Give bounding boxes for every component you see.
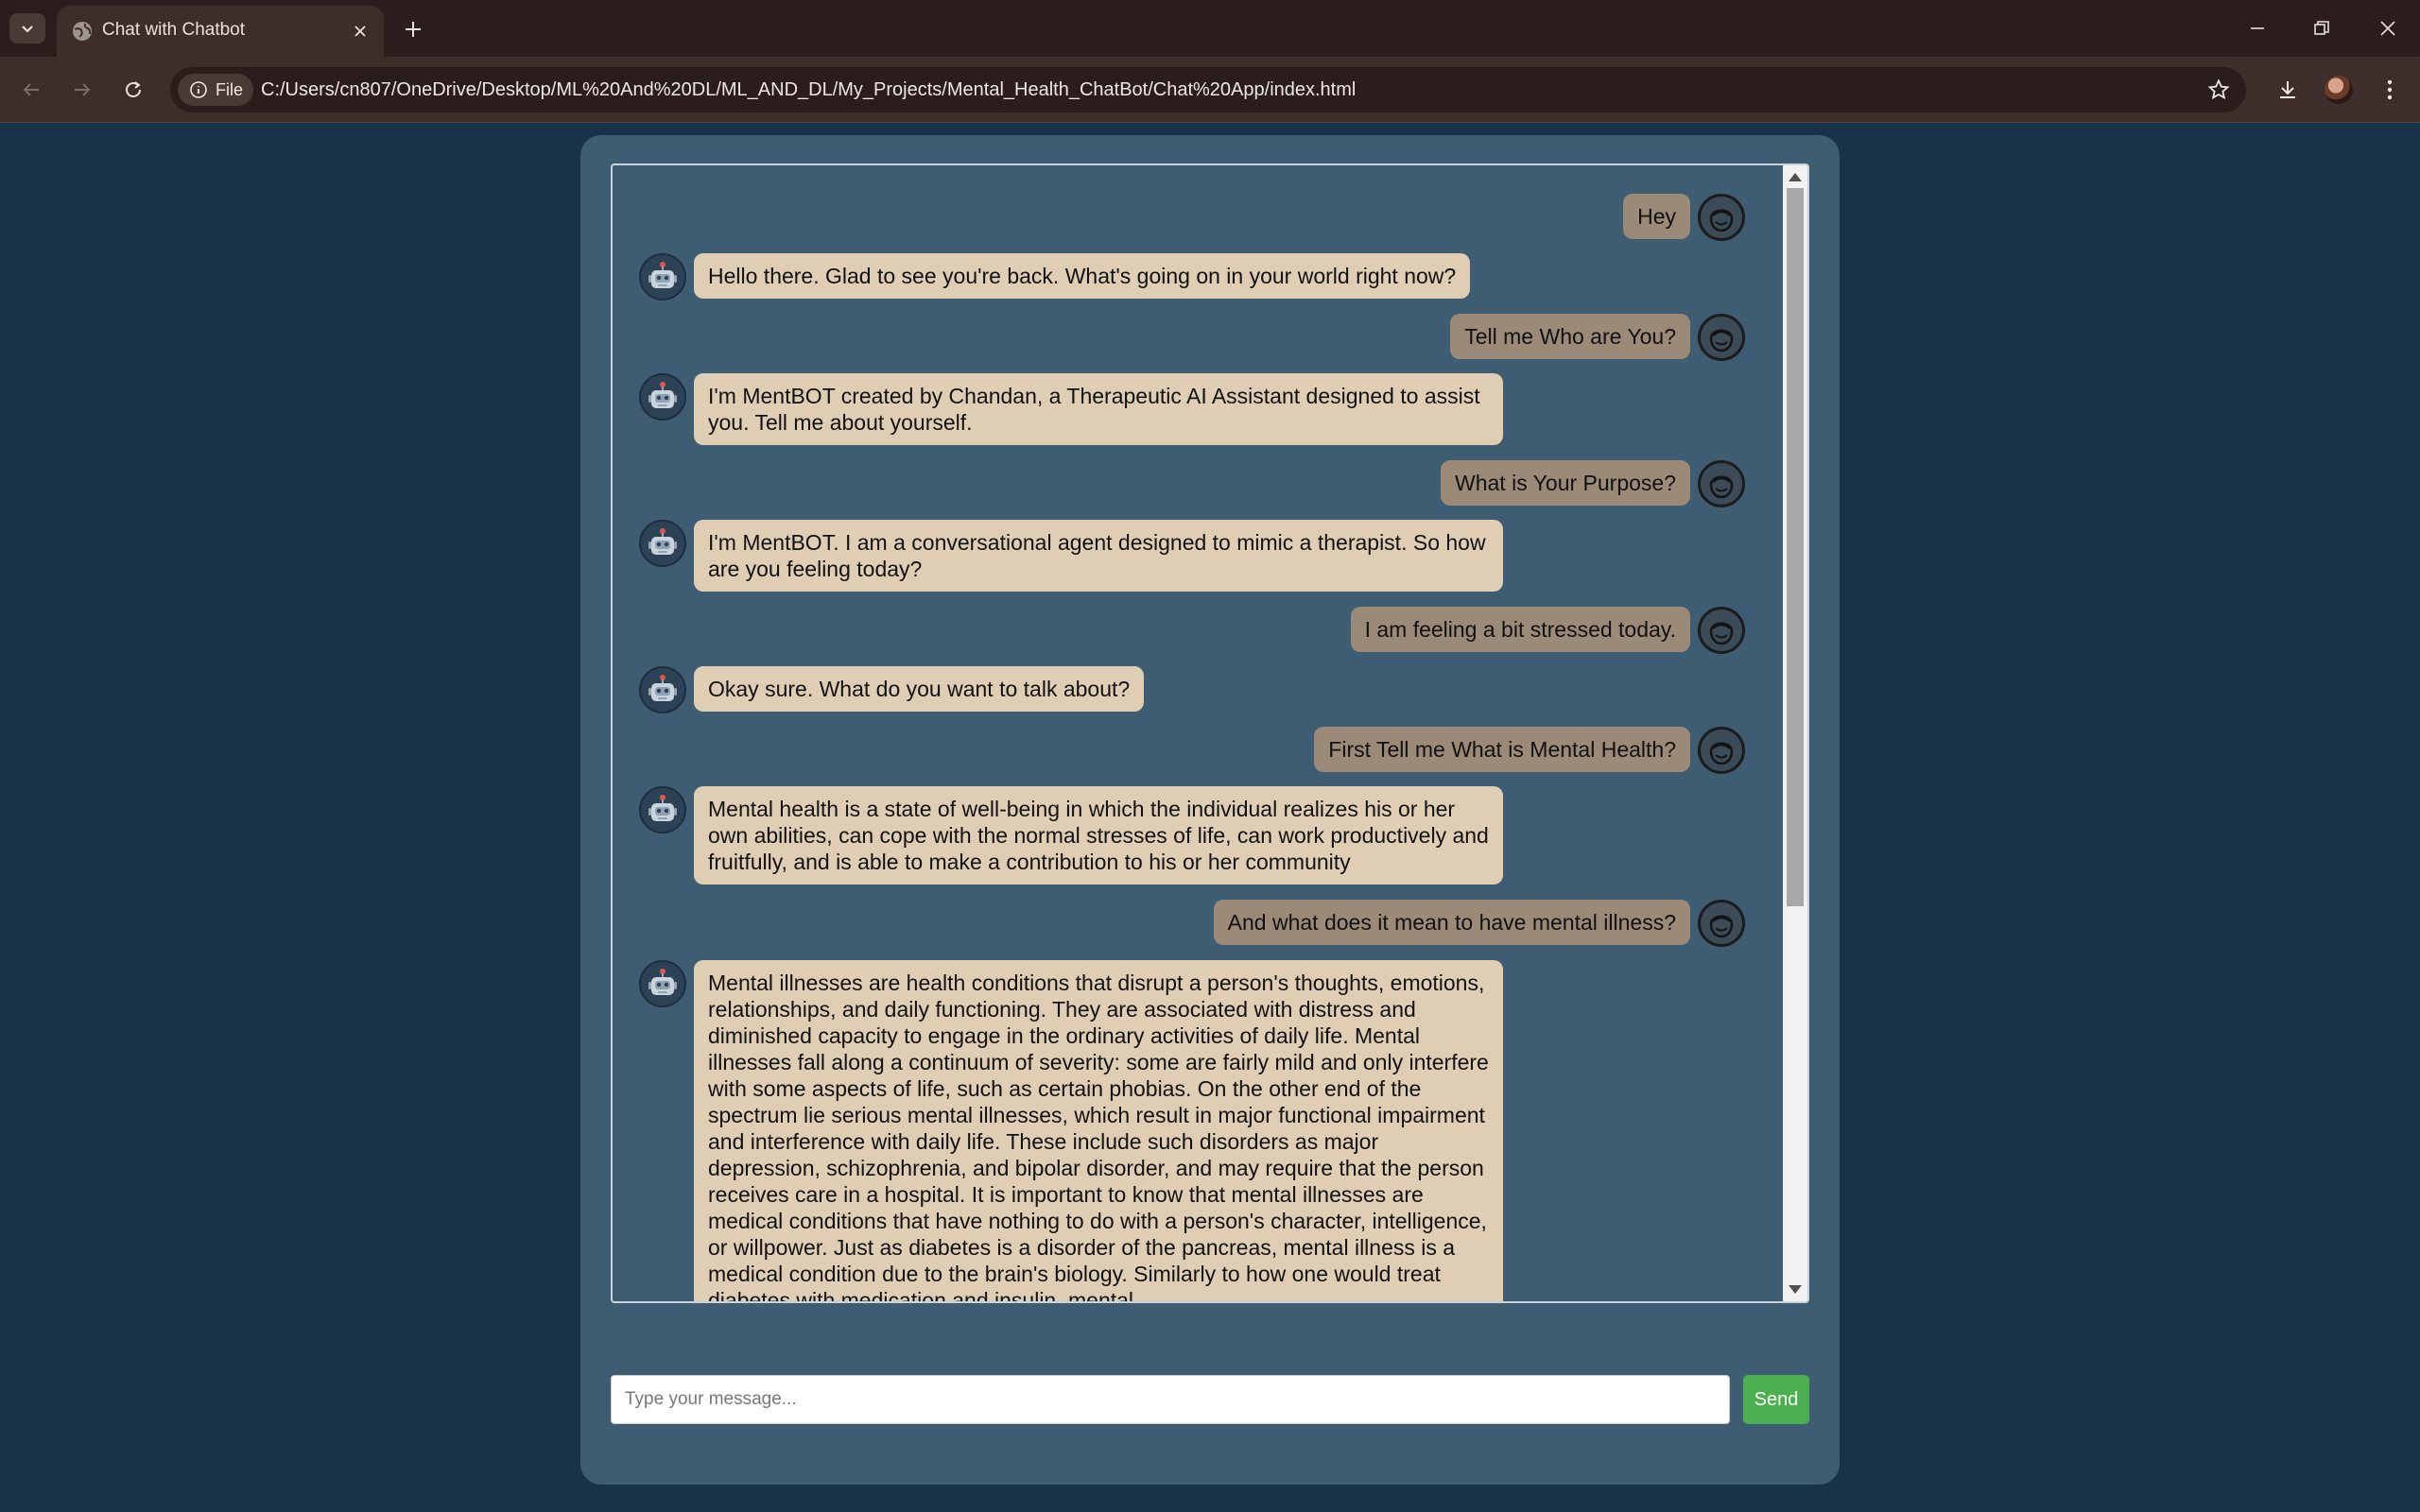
user-bubble: First Tell me What is Mental Health? [1314, 727, 1690, 772]
input-row: Send [611, 1375, 1809, 1424]
user-message: And what does it mean to have mental ill… [1213, 900, 1745, 947]
profile-avatar [2325, 76, 2353, 104]
chat-box[interactable]: Hey Hello there. Glad to see you're back… [611, 163, 1809, 1303]
user-bubble: I am feeling a bit stressed today. [1350, 607, 1690, 652]
new-tab-button[interactable] [397, 13, 429, 45]
user-avatar-icon [1698, 314, 1745, 361]
user-avatar-icon [1698, 607, 1745, 654]
user-bubble: Hey [1623, 194, 1690, 239]
bot-message: Okay sure. What do you want to talk abou… [639, 666, 1145, 713]
info-icon [190, 81, 207, 98]
reload-icon [126, 81, 141, 97]
more-icon [2387, 79, 2393, 100]
tab-chat-with-chatbot[interactable]: Chat with Chatbot [57, 6, 384, 57]
back-button[interactable] [13, 72, 49, 108]
message-list: Hey Hello there. Glad to see you're back… [613, 165, 1783, 1301]
plus-icon [406, 22, 421, 37]
user-message: Hey [1623, 194, 1745, 241]
bot-bubble: I'm MentBOT created by Chandan, a Therap… [694, 373, 1503, 445]
user-message: First Tell me What is Mental Health? [1314, 727, 1745, 774]
chat-scrollbar[interactable] [1783, 165, 1807, 1301]
bot-message: Mental health is a state of well-being i… [639, 786, 1503, 885]
close-icon [354, 26, 366, 37]
star-icon [2207, 78, 2230, 100]
forward-icon [75, 83, 91, 96]
scroll-thumb[interactable] [1787, 188, 1804, 906]
back-icon [23, 83, 39, 96]
globe-icon [73, 22, 92, 41]
robot-avatar-icon [639, 960, 686, 1007]
restore-icon [2314, 21, 2329, 35]
tab-list-button[interactable] [9, 13, 45, 43]
close-window-button[interactable] [2369, 9, 2407, 47]
robot-avatar-icon [639, 520, 686, 567]
robot-avatar-icon [639, 373, 686, 421]
user-bubble: Tell me Who are You? [1450, 314, 1690, 359]
browser-tab-strip: Chat with Chatbot [0, 0, 2420, 57]
bot-message: Hello there. Glad to see you're back. Wh… [639, 253, 1471, 301]
user-bubble: What is Your Purpose? [1441, 460, 1690, 506]
profile-button[interactable] [2322, 73, 2356, 107]
bookmark-button[interactable] [2204, 76, 2233, 104]
scroll-up-arrow-icon[interactable] [1789, 173, 1802, 181]
forward-button[interactable] [64, 72, 100, 108]
minimize-button[interactable] [2238, 9, 2276, 47]
tab-title: Chat with Chatbot [102, 20, 246, 40]
site-info-chip[interactable]: File [178, 74, 253, 106]
message-input[interactable] [611, 1375, 1730, 1424]
close-icon [2380, 21, 2395, 36]
chat-container: Hey Hello there. Glad to see you're back… [580, 135, 1840, 1485]
bot-message: I'm MentBOT. I am a conversational agent… [639, 520, 1503, 592]
user-message: Tell me Who are You? [1450, 314, 1745, 361]
user-message: What is Your Purpose? [1441, 460, 1745, 507]
menu-button[interactable] [2373, 73, 2407, 107]
robot-avatar-icon [639, 786, 686, 833]
user-avatar-icon [1698, 727, 1745, 774]
user-bubble: And what does it mean to have mental ill… [1213, 900, 1690, 945]
bot-bubble: Mental health is a state of well-being i… [694, 786, 1503, 885]
tab-close-button[interactable] [348, 19, 372, 43]
user-message: I am feeling a bit stressed today. [1350, 607, 1745, 654]
bot-message: I'm MentBOT created by Chandan, a Therap… [639, 373, 1503, 445]
download-icon [2280, 81, 2295, 98]
send-button[interactable]: Send [1743, 1375, 1809, 1424]
bot-bubble: Hello there. Glad to see you're back. Wh… [694, 253, 1471, 299]
file-chip-label: File [216, 79, 244, 99]
address-bar[interactable]: File C:/Users/cn807/OneDrive/Desktop/ML%… [170, 67, 2246, 112]
user-avatar-icon [1698, 460, 1745, 507]
scroll-down-arrow-icon[interactable] [1789, 1285, 1802, 1294]
bot-message: Mental illnesses are health conditions t… [639, 960, 1503, 1301]
restore-button[interactable] [2303, 9, 2341, 47]
bot-bubble: Okay sure. What do you want to talk abou… [694, 666, 1145, 712]
reload-button[interactable] [115, 72, 151, 108]
url-text: C:/Users/cn807/OneDrive/Desktop/ML%20And… [261, 79, 1357, 100]
user-avatar-icon [1698, 900, 1745, 947]
chevron-down-icon [22, 26, 33, 33]
minimize-icon [2251, 27, 2264, 29]
bot-bubble: Mental illnesses are health conditions t… [694, 960, 1503, 1301]
robot-avatar-icon [639, 666, 686, 713]
robot-avatar-icon [639, 253, 686, 301]
browser-toolbar: File C:/Users/cn807/OneDrive/Desktop/ML%… [0, 57, 2420, 123]
user-avatar-icon [1698, 194, 1745, 241]
bot-bubble: I'm MentBOT. I am a conversational agent… [694, 520, 1503, 592]
downloads-button[interactable] [2271, 73, 2305, 107]
